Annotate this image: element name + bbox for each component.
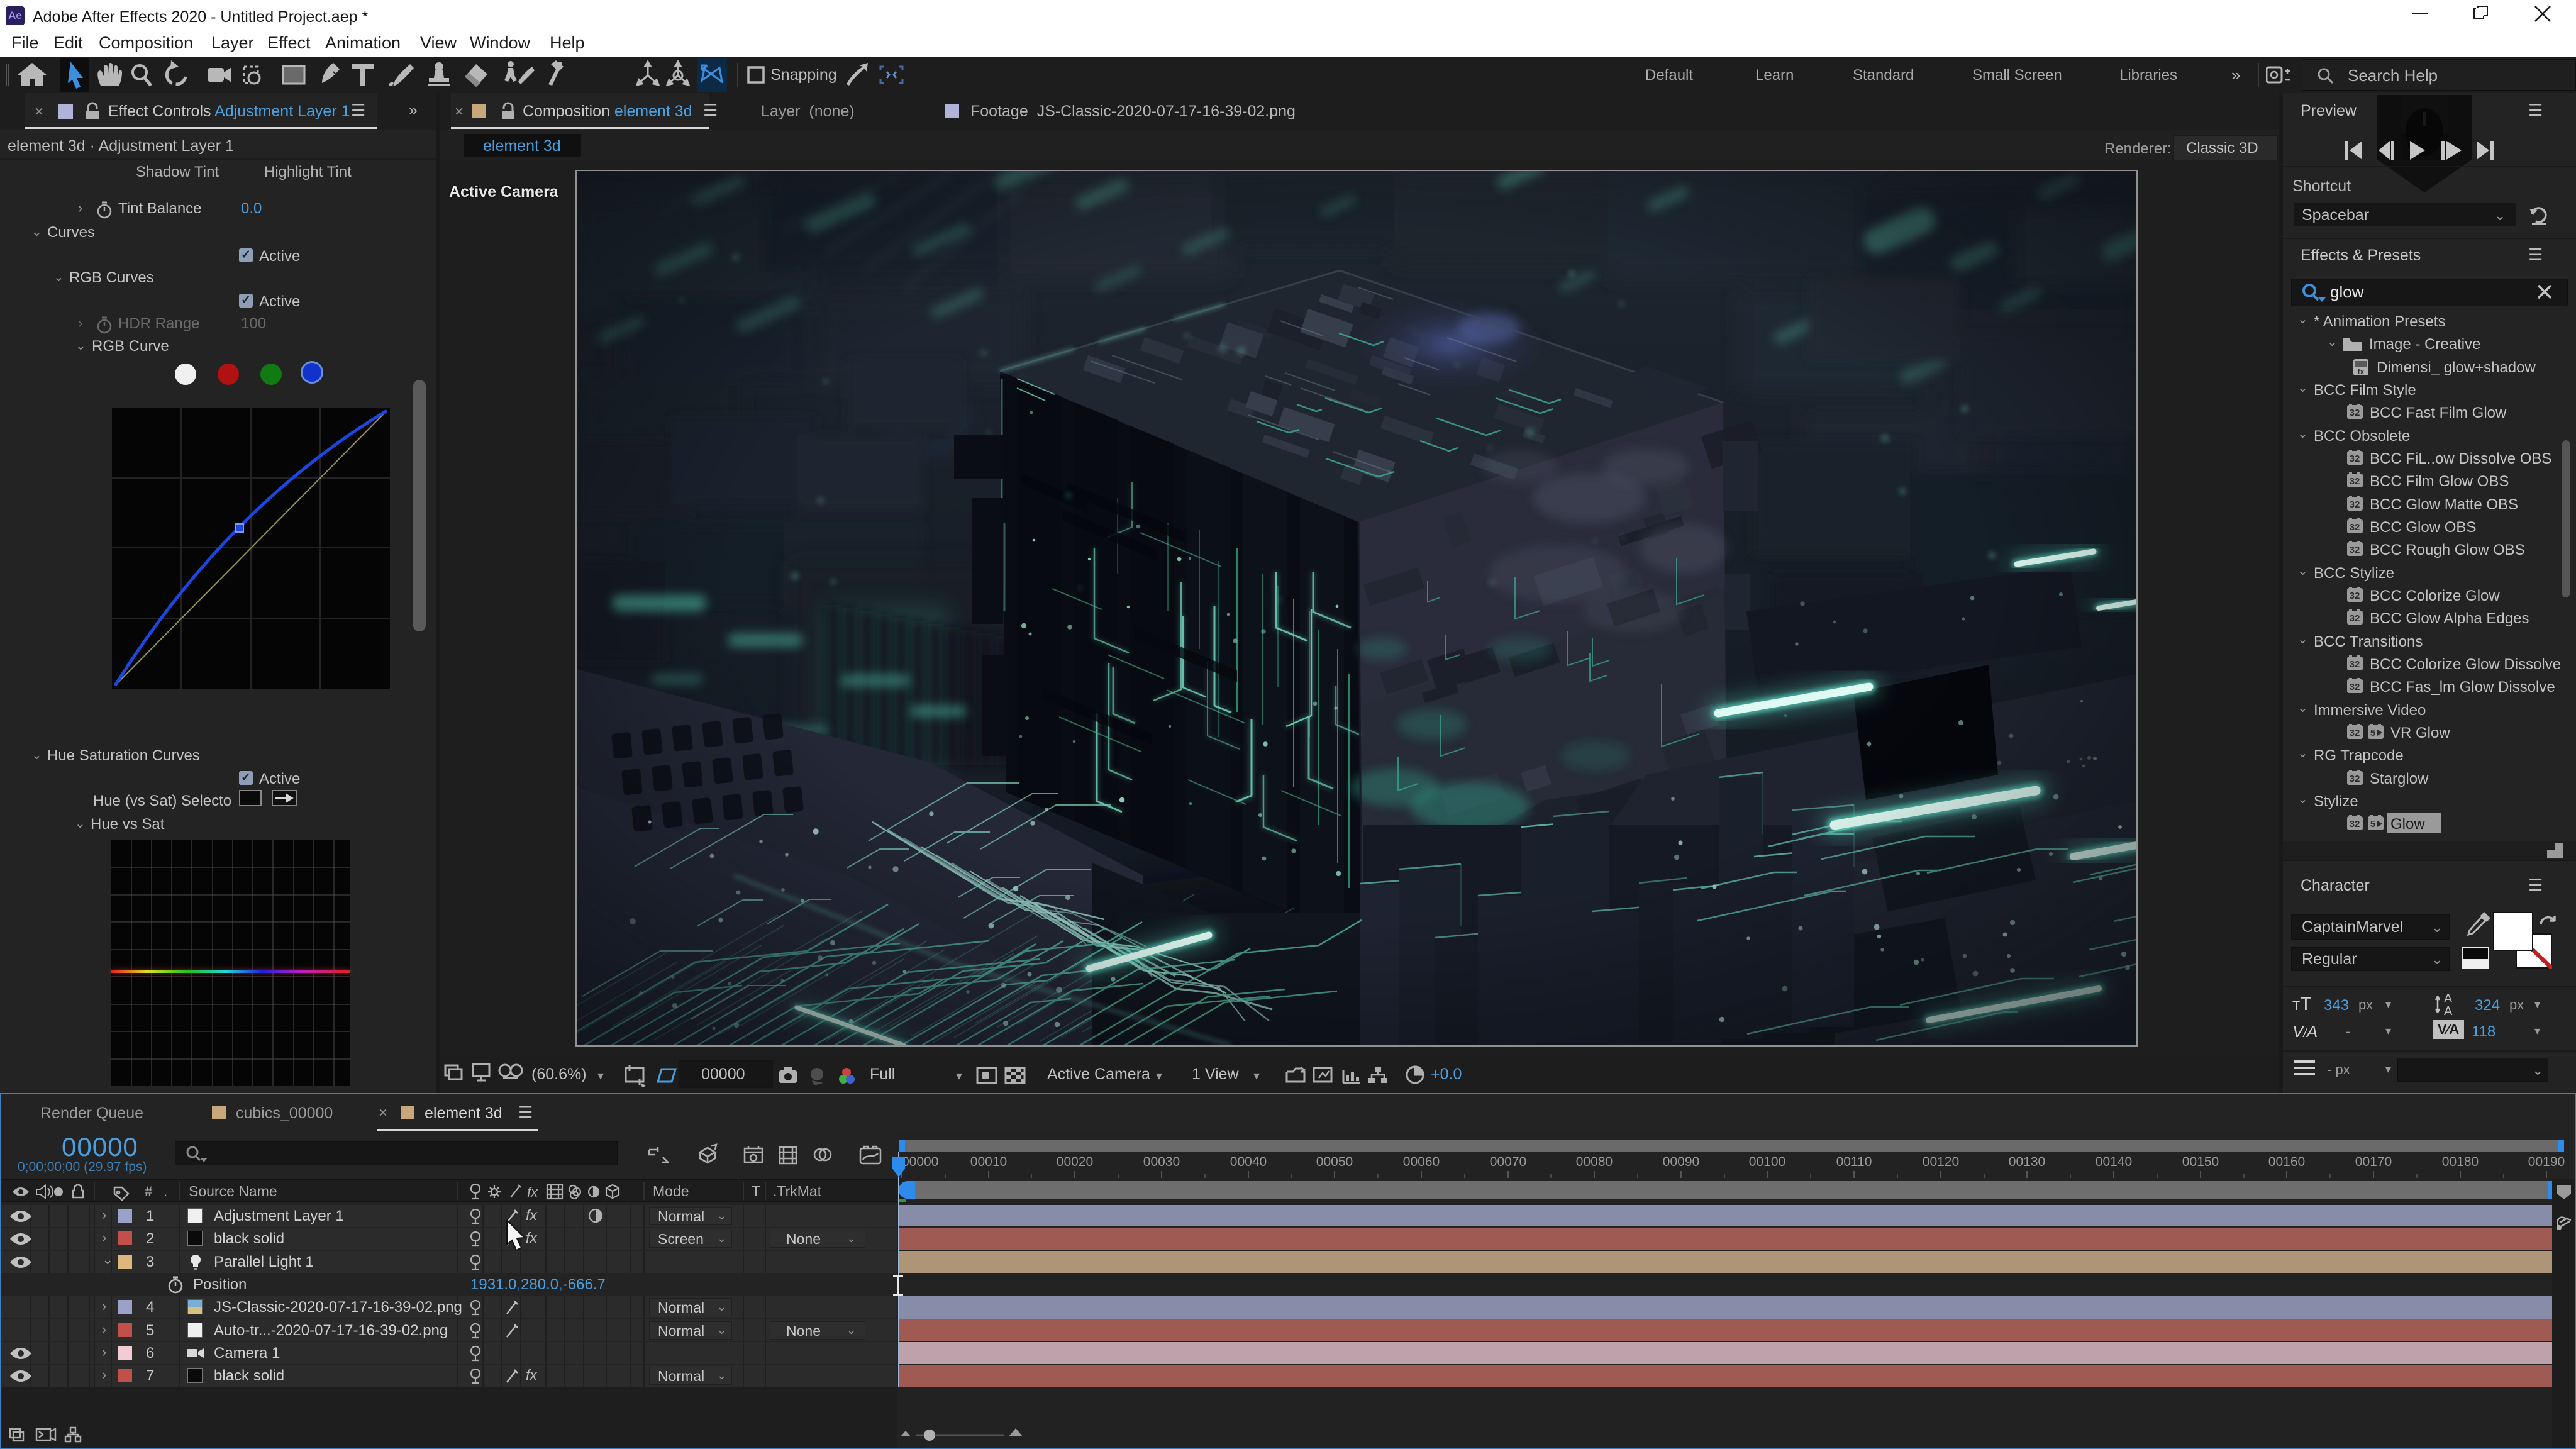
svg-text:00060: 00060 [1403, 1155, 1440, 1169]
svg-text:32: 32 [2350, 499, 2360, 510]
svg-text:00190: 00190 [2528, 1155, 2565, 1169]
svg-text:32: 32 [2350, 545, 2360, 555]
svg-text:32: 32 [2350, 659, 2360, 670]
svg-text:A: A [2444, 992, 2453, 1006]
svg-text:32: 32 [2350, 591, 2360, 601]
svg-text:00150: 00150 [2182, 1155, 2219, 1169]
svg-text:.: . [164, 1184, 167, 1199]
svg-text:00110: 00110 [1836, 1155, 1872, 1169]
svg-text:00160: 00160 [2268, 1155, 2305, 1169]
svg-text:5: 5 [2370, 728, 2375, 738]
svg-text:00170: 00170 [2355, 1155, 2392, 1169]
svg-text:00080: 00080 [1576, 1155, 1613, 1169]
svg-text:00140: 00140 [2096, 1155, 2132, 1169]
svg-text:00010: 00010 [970, 1155, 1007, 1169]
svg-text:32: 32 [2350, 522, 2360, 533]
svg-text:00030: 00030 [1143, 1155, 1180, 1169]
svg-text:00090: 00090 [1663, 1155, 1699, 1169]
svg-text:A: A [2444, 1004, 2453, 1018]
svg-text:00050: 00050 [1316, 1155, 1353, 1169]
svg-text:32: 32 [2350, 774, 2360, 784]
svg-text:00120: 00120 [1923, 1155, 1959, 1169]
svg-text:.TrkMat: .TrkMat [773, 1183, 822, 1199]
svg-text:32: 32 [2350, 476, 2360, 487]
svg-text:00180: 00180 [2442, 1155, 2479, 1169]
svg-text:fx: fx [2358, 367, 2365, 376]
svg-text:32: 32 [2350, 408, 2360, 418]
svg-text:32: 32 [2350, 819, 2360, 830]
svg-text:00070: 00070 [1490, 1155, 1526, 1169]
svg-text:00100: 00100 [1749, 1155, 1785, 1169]
svg-text:00020: 00020 [1057, 1155, 1093, 1169]
svg-text:Source Name: Source Name [189, 1183, 277, 1199]
svg-text:00130: 00130 [2009, 1155, 2045, 1169]
svg-text:fx: fx [527, 1184, 538, 1200]
svg-text:00040: 00040 [1230, 1155, 1267, 1169]
svg-text:Mode: Mode [653, 1183, 689, 1199]
svg-text:5: 5 [2370, 819, 2375, 830]
svg-text:T: T [752, 1183, 760, 1199]
svg-text:#: # [145, 1184, 153, 1199]
svg-text:32: 32 [2350, 613, 2360, 624]
svg-text:32: 32 [2350, 682, 2360, 692]
svg-text:32: 32 [2350, 728, 2360, 738]
svg-text:32: 32 [2350, 453, 2360, 464]
